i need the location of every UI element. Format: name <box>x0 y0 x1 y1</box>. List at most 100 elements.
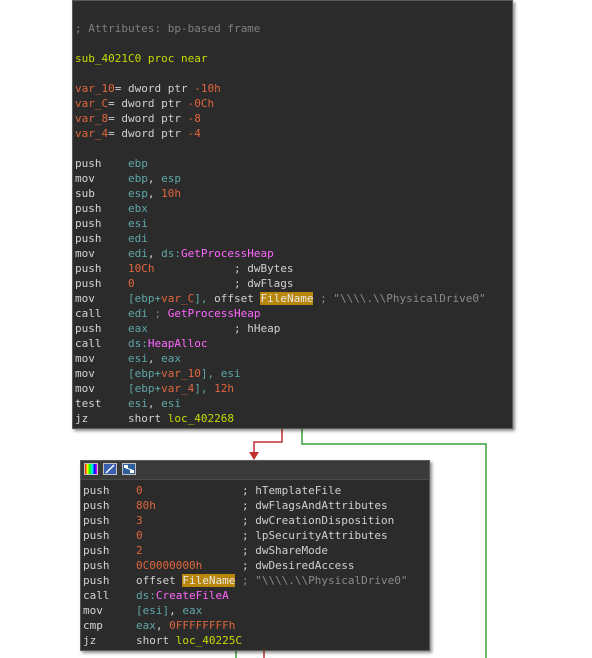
code-token: = dword ptr <box>114 82 195 95</box>
code-token: , <box>147 187 162 200</box>
code-token: = dword ptr <box>108 127 188 140</box>
code-line[interactable]: push 0 ; dwFlags <box>75 276 294 291</box>
code-token: -10h <box>194 82 221 95</box>
code-line[interactable]: test esi, esi <box>75 396 181 411</box>
code-token: loc_40225C <box>175 634 242 647</box>
code-token: eax <box>182 604 203 617</box>
code-line[interactable]: push 80h ; dwFlagsAndAttributes <box>83 498 388 513</box>
code-token: ds: <box>135 589 156 602</box>
code-token: ; dwBytes <box>154 262 294 275</box>
code-token: call <box>83 589 136 602</box>
edge-arrowhead <box>249 452 259 460</box>
code-line[interactable]: push 0 ; lpSecurityAttributes <box>83 528 388 543</box>
code-token: ebx <box>127 202 148 215</box>
code-line[interactable]: call ds:HeapAlloc <box>75 336 207 351</box>
code-token: jz <box>83 634 136 647</box>
code-token: jz <box>75 412 128 425</box>
code-line[interactable]: mov [ebp+var_10], esi <box>75 366 241 381</box>
code-token: ds: <box>127 337 148 350</box>
code-token: test <box>75 397 128 410</box>
code-line[interactable]: ; Attributes: bp-based frame <box>75 21 260 36</box>
code-line[interactable]: var_8= dword ptr -8 <box>75 111 201 126</box>
code-token: ], <box>194 292 215 305</box>
code-token: mov <box>75 247 128 260</box>
code-line[interactable]: cmp eax, 0FFFFFFFFh <box>83 618 235 633</box>
code-line[interactable]: jz short loc_402268 <box>75 411 234 426</box>
code-line[interactable]: mov [ebp+var_4], 12h <box>75 381 234 396</box>
code-line[interactable]: var_4= dword ptr -4 <box>75 126 201 141</box>
color-palette-icon[interactable] <box>84 463 98 475</box>
code-line[interactable]: push offset FileName ; "\\\\.\\PhysicalD… <box>83 573 408 588</box>
code-line[interactable]: push esi <box>75 216 148 231</box>
code-token: sub_4021C0 proc near <box>75 52 208 65</box>
code-token: push <box>83 499 136 512</box>
code-token: [ebp+ <box>127 367 162 380</box>
code-token: push <box>83 514 136 527</box>
code-token: esp <box>161 172 181 185</box>
code-line[interactable]: var_C= dword ptr -0Ch <box>75 96 214 111</box>
code-token: push <box>83 559 136 572</box>
code-line[interactable]: push edi <box>75 231 148 246</box>
code-token: push <box>75 322 128 335</box>
code-line[interactable]: mov [ebp+var_C], offset FileName ; "\\\\… <box>75 291 486 306</box>
code-token: mov <box>75 172 128 185</box>
code-token: mov <box>75 367 128 380</box>
code-token: ; dwCreationDisposition <box>142 514 395 527</box>
code-line[interactable]: push eax ; hHeap <box>75 321 280 336</box>
code-token: 0FFFFFFFFh <box>169 619 236 632</box>
code-line[interactable]: var_10= dword ptr -10h <box>75 81 221 96</box>
code-token: sub <box>75 187 128 200</box>
code-line[interactable]: push 10Ch ; dwBytes <box>75 261 294 276</box>
code-token: mov <box>75 292 128 305</box>
code-token: = dword ptr <box>108 112 188 125</box>
code-token: -8 <box>187 112 201 125</box>
code-line[interactable]: call ds:CreateFileA <box>83 588 229 603</box>
code-line[interactable]: call edi ; GetProcessHeap <box>75 306 260 321</box>
code-line[interactable]: jz short loc_40225C <box>83 633 242 648</box>
code-token: , <box>155 619 170 632</box>
code-token: mov <box>75 382 128 395</box>
code-token: edi <box>127 232 148 245</box>
code-token: push <box>83 574 136 587</box>
code-line[interactable]: sub esp, 10h <box>75 186 181 201</box>
code-token: 80h <box>135 499 156 512</box>
graph-node-createfile-block[interactable]: push 0 ; hTemplateFile push 80h ; dwFlags… <box>80 460 430 651</box>
code-token: push <box>75 157 128 170</box>
code-line[interactable]: push 0C0000000h ; dwDesiredAccess <box>83 558 355 573</box>
code-token: cmp <box>83 619 136 632</box>
code-token: 0 <box>127 277 135 290</box>
code-token: push <box>75 262 128 275</box>
code-line[interactable]: mov [esi], eax <box>83 603 202 618</box>
code-token: ], <box>200 367 221 380</box>
code-line[interactable]: push ebx <box>75 201 148 216</box>
code-token: push <box>75 202 128 215</box>
code-line[interactable]: push 3 ; dwCreationDisposition <box>83 513 394 528</box>
code-line[interactable]: mov edi, ds:GetProcessHeap <box>75 246 274 261</box>
code-line[interactable]: push 0 ; hTemplateFile <box>83 483 341 498</box>
code-line[interactable]: sub_4021C0 proc near <box>75 51 207 66</box>
code-line[interactable]: push 2 ; dwShareMode <box>83 543 328 558</box>
code-token: short <box>127 412 168 425</box>
code-token: push <box>75 217 128 230</box>
code-line[interactable]: push ebp <box>75 156 148 171</box>
code-token: -0Ch <box>187 97 215 110</box>
code-token: push <box>83 484 136 497</box>
code-token: [ebp+ <box>127 382 162 395</box>
code-token: eax <box>127 322 148 335</box>
code-token: CreateFileA <box>155 589 229 602</box>
code-token: mov <box>83 604 136 617</box>
code-token: [ebp+ <box>127 292 162 305</box>
code-token: push <box>83 544 136 557</box>
graph-node-sub-4021c0[interactable]: ; Attributes: bp-based frame sub_4021C0 p… <box>72 0 513 429</box>
code-token: ; hHeap <box>147 322 281 335</box>
code-token: offset <box>214 292 261 305</box>
code-token: , <box>169 604 183 617</box>
code-line[interactable]: mov ebp, esp <box>75 171 181 186</box>
code-line[interactable]: mov esi, eax <box>75 351 181 366</box>
code-token: esp <box>127 187 148 200</box>
edit-pencil-icon[interactable] <box>103 463 117 475</box>
graph-view-icon[interactable] <box>122 463 136 475</box>
code-token: esi <box>127 217 148 230</box>
code-token: ; "\\\\.\\PhysicalDrive0" <box>235 574 408 587</box>
code-token: var_4 <box>75 127 109 140</box>
